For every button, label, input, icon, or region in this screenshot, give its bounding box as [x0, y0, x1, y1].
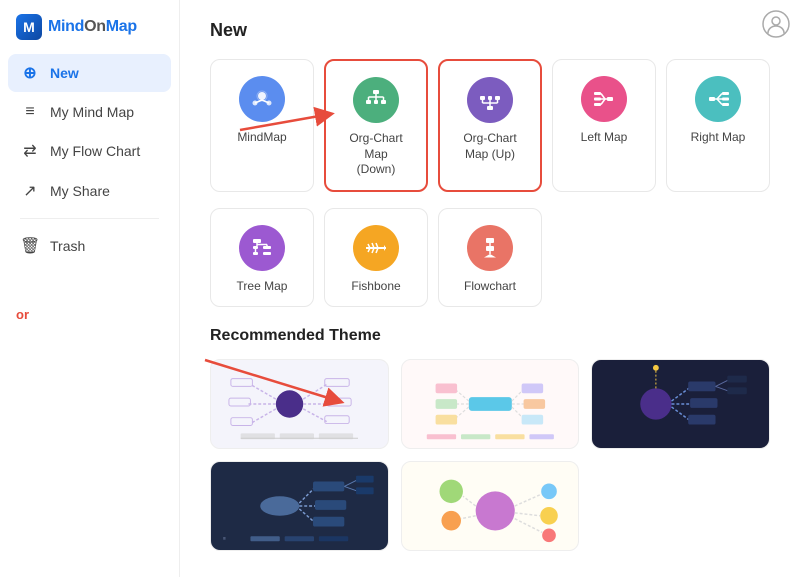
flowchart-label: Flowchart [464, 279, 516, 295]
map-types-row1: MindMap Org-C [210, 59, 770, 192]
theme-2-preview [402, 360, 579, 448]
right-map-label: Right Map [691, 130, 746, 146]
map-card-org-chart-up[interactable]: Org-Chart Map (Up) [438, 59, 542, 192]
theme-4-preview: ≡ [211, 462, 388, 550]
theme-card-1[interactable] [210, 359, 389, 449]
sidebar-item-new-label: New [50, 65, 79, 81]
flowchart-icon: ⇄ [20, 141, 40, 161]
new-section-title: New [210, 20, 770, 41]
sidebar-item-my-mind-map[interactable]: ≡ My Mind Map [8, 94, 171, 130]
right-map-icon [695, 76, 741, 122]
flowchart-icon [467, 225, 513, 271]
or-label: or [0, 299, 179, 330]
sidebar-item-my-mind-map-label: My Mind Map [50, 104, 134, 120]
mindmap-label: MindMap [237, 130, 286, 146]
map-card-tree-map[interactable]: Tree Map [210, 208, 314, 308]
fishbone-label: Fishbone [351, 279, 400, 295]
org-chart-up-label: Org-Chart Map (Up) [450, 131, 530, 162]
org-chart-up-icon [467, 77, 513, 123]
left-map-label: Left Map [581, 130, 628, 146]
logo-icon: M [16, 14, 42, 40]
main-content: New MindMap [180, 0, 800, 571]
theme-card-2[interactable] [401, 359, 580, 449]
theme-1-preview [211, 360, 388, 448]
recommended-theme-title: Recommended Theme [210, 327, 770, 345]
svg-text:≡: ≡ [223, 538, 226, 543]
map-types-row2: Tree Map Fishbone [210, 208, 770, 308]
sidebar-item-my-flow-chart-label: My Flow Chart [50, 143, 140, 159]
sidebar-item-trash-label: Trash [50, 238, 85, 254]
plus-icon: ⊕ [20, 63, 40, 83]
logo-text: MindOnMap [48, 18, 137, 36]
org-chart-down-label: Org-Chart Map(Down) [336, 131, 416, 178]
nav-divider [20, 218, 159, 219]
map-card-org-chart-down[interactable]: Org-Chart Map(Down) [324, 59, 428, 192]
logo: M MindOnMap [0, 0, 179, 50]
fishbone-icon [353, 225, 399, 271]
theme-5-preview [402, 462, 579, 550]
theme-card-3[interactable] [591, 359, 770, 449]
theme-card-5[interactable] [401, 461, 580, 551]
tree-map-icon [239, 225, 285, 271]
sidebar-item-trash[interactable]: 🗑 Trash [8, 227, 171, 265]
empty-cell-1 [552, 208, 656, 308]
map-card-right-map[interactable]: Right Map [666, 59, 770, 192]
theme-grid: ≡ [210, 359, 770, 551]
org-chart-down-icon [353, 77, 399, 123]
trash-icon: 🗑 [20, 236, 40, 256]
sidebar-item-my-share[interactable]: ↗ My Share [8, 172, 171, 210]
tree-map-label: Tree Map [237, 279, 288, 295]
sidebar: M MindOnMap ⊕ New ≡ My Mind Map ⇄ My Flo… [0, 0, 180, 577]
map-card-mindmap[interactable]: MindMap [210, 59, 314, 192]
sidebar-item-new[interactable]: ⊕ New [8, 54, 171, 92]
map-card-fishbone[interactable]: Fishbone [324, 208, 428, 308]
sidebar-nav: ⊕ New ≡ My Mind Map ⇄ My Flow Chart ↗ My… [0, 50, 179, 269]
user-avatar[interactable] [762, 10, 790, 43]
sidebar-item-my-flow-chart[interactable]: ⇄ My Flow Chart [8, 132, 171, 170]
map-icon: ≡ [20, 103, 40, 121]
sidebar-item-my-share-label: My Share [50, 183, 110, 199]
left-map-icon [581, 76, 627, 122]
theme-card-4[interactable]: ≡ [210, 461, 389, 551]
mindmap-icon [239, 76, 285, 122]
map-card-flowchart[interactable]: Flowchart [438, 208, 542, 308]
empty-cell-2 [666, 208, 770, 308]
share-icon: ↗ [20, 181, 40, 201]
map-card-left-map[interactable]: Left Map [552, 59, 656, 192]
theme-3-preview [592, 360, 769, 448]
